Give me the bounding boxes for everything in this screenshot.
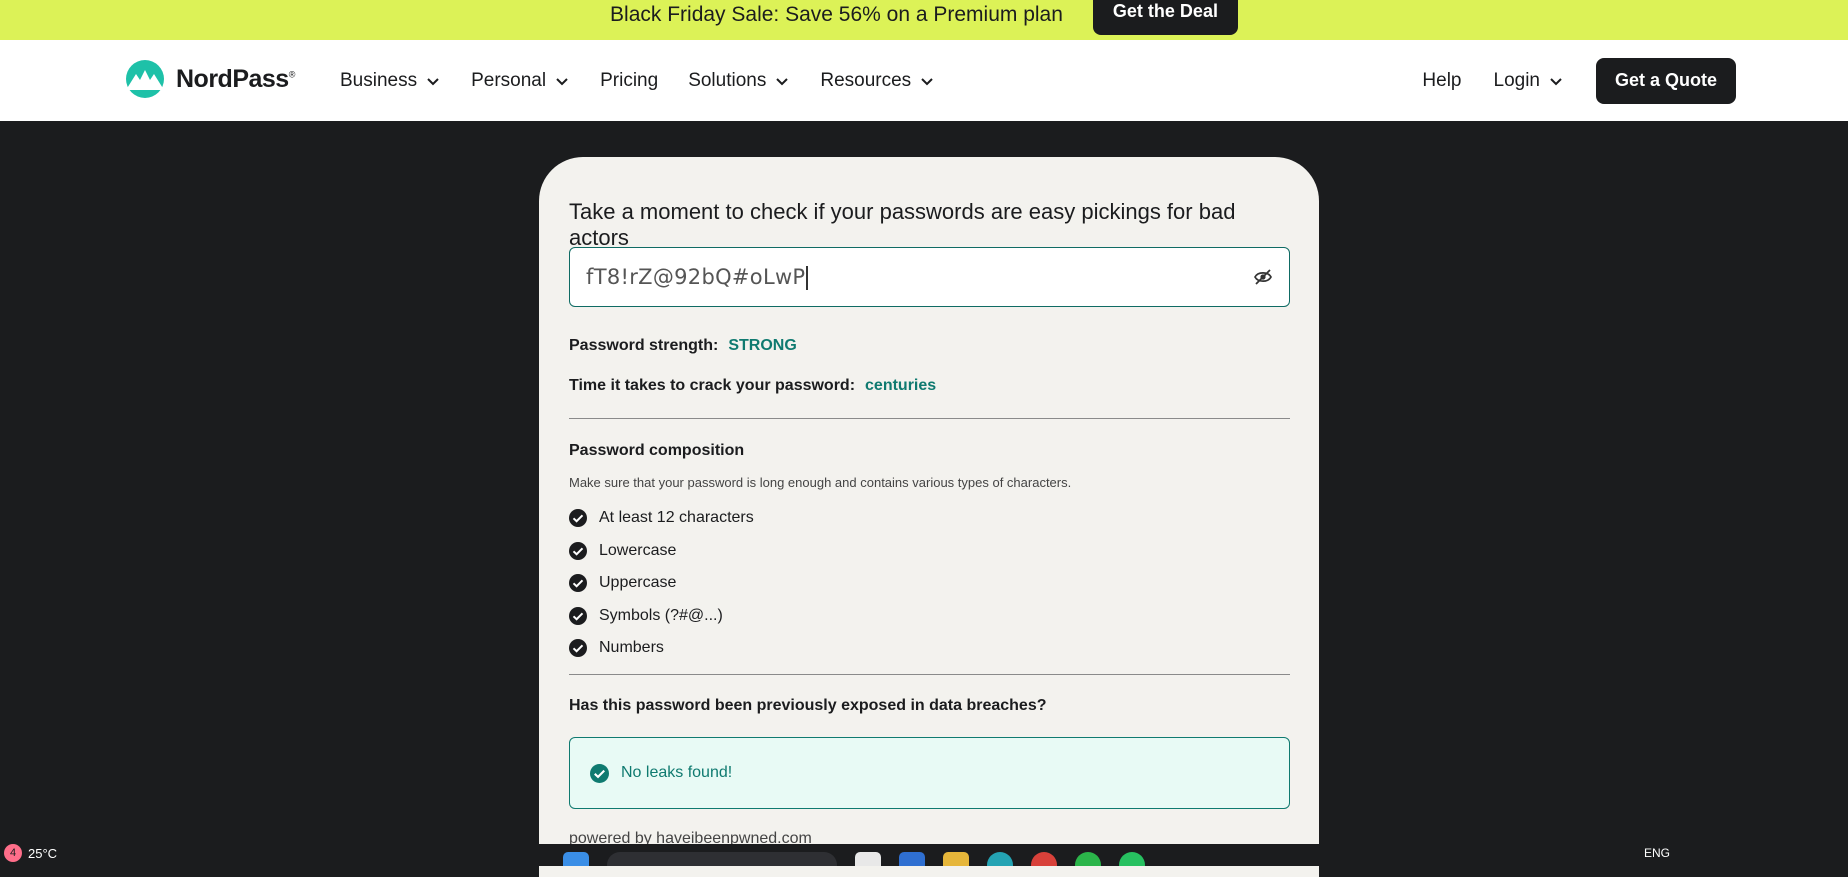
divider — [569, 674, 1290, 675]
nav-personal-label: Personal — [471, 69, 547, 91]
nav-pricing[interactable]: Pricing — [600, 70, 658, 92]
password-checker-card: Take a moment to check if your passwords… — [539, 157, 1319, 877]
taskbar-apps — [563, 844, 1145, 866]
notification-badge: 4 — [4, 844, 22, 862]
criterion-uppercase: Uppercase — [569, 567, 1290, 600]
edge-browser-icon[interactable] — [899, 852, 925, 866]
breach-question: Has this password been previously expose… — [569, 697, 1047, 714]
nordpass-logo-icon — [126, 60, 164, 98]
chevron-down-icon — [921, 77, 933, 85]
criterion-label: At least 12 characters — [599, 509, 754, 527]
nav-resources-label: Resources — [820, 69, 912, 91]
login-menu[interactable]: Login — [1494, 70, 1565, 92]
chevron-down-icon — [1550, 77, 1562, 85]
criterion-label: Numbers — [599, 639, 664, 657]
taskbar-search-box[interactable] — [607, 852, 837, 866]
password-value: fT8!rZ@92bQ#oLwP — [586, 265, 808, 290]
chevron-down-icon — [427, 77, 439, 85]
check-circle-icon — [569, 639, 587, 658]
criterion-symbols: Symbols (?#@...) — [569, 600, 1290, 633]
check-circle-icon — [569, 574, 587, 593]
criterion-lowercase: Lowercase — [569, 535, 1290, 568]
file-app-icon[interactable] — [855, 852, 881, 866]
criterion-label: Lowercase — [599, 541, 677, 559]
temperature: 25°C — [28, 845, 58, 861]
login-label: Login — [1493, 69, 1541, 91]
windows-start-icon[interactable] — [563, 852, 589, 866]
brand-registered-mark: ® — [288, 69, 296, 80]
top-navbar: NordPass® Business Personal Pricing Solu… — [0, 40, 1848, 121]
check-circle-icon — [569, 606, 587, 625]
nav-right-group: Help Login Get a Quote — [1422, 40, 1848, 121]
folder-icon[interactable] — [943, 852, 969, 866]
chrome-icon[interactable] — [1031, 852, 1057, 866]
strength-row: Password strength: STRONG — [569, 337, 1290, 355]
promo-banner: Black Friday Sale: Save 56% on a Premium… — [0, 0, 1848, 40]
os-taskbar: 4 25°C ENG — [0, 844, 1848, 866]
divider — [569, 418, 1290, 419]
eye-slash-icon[interactable] — [1253, 267, 1273, 287]
nav-pricing-label: Pricing — [600, 69, 659, 91]
nordpass-logo[interactable]: NordPass® — [122, 60, 295, 98]
brand-text: NordPass — [176, 64, 289, 93]
whatsapp-icon[interactable] — [1119, 852, 1145, 866]
nav-business-label: Business — [340, 69, 418, 91]
nav-business[interactable]: Business — [340, 70, 441, 92]
leak-result-text: No leaks found! — [621, 764, 733, 781]
promo-text: Black Friday Sale: Save 56% on a Premium… — [610, 3, 1063, 26]
spotify-icon[interactable] — [1075, 852, 1101, 866]
check-circle-icon — [590, 763, 609, 783]
crack-time-row: Time it takes to crack your password: cen… — [569, 377, 1290, 395]
language-indicator[interactable]: ENG — [1644, 846, 1670, 860]
password-input[interactable]: fT8!rZ@92bQ#oLwP — [569, 247, 1290, 307]
nav-solutions[interactable]: Solutions — [688, 70, 790, 92]
check-circle-icon — [569, 541, 587, 560]
leak-result-box: No leaks found! — [569, 737, 1290, 809]
crack-time-label: Time it takes to crack your password: — [569, 377, 856, 394]
composition-checklist: At least 12 characters Lowercase Upperca… — [569, 502, 1290, 665]
criterion-length: At least 12 characters — [569, 502, 1290, 535]
chevron-down-icon — [776, 77, 789, 85]
checker-headline: Take a moment to check if your passwords… — [569, 199, 1236, 250]
strength-value: STRONG — [728, 337, 797, 354]
help-link[interactable]: Help — [1422, 70, 1461, 92]
weather-widget[interactable]: 4 25°C — [4, 844, 57, 862]
composition-title: Password composition — [569, 442, 745, 459]
nav-resources[interactable]: Resources — [820, 70, 935, 92]
criterion-label: Uppercase — [599, 574, 677, 592]
crack-time-value: centuries — [865, 377, 937, 394]
strength-label: Password strength: — [569, 337, 719, 354]
nav-solutions-label: Solutions — [688, 69, 767, 91]
composition-description: Make sure that your password is long eno… — [569, 475, 1072, 490]
main-nav: Business Personal Pricing Solutions Reso… — [340, 40, 965, 121]
chevron-down-icon — [556, 77, 568, 85]
get-quote-button[interactable]: Get a Quote — [1596, 57, 1736, 104]
check-circle-icon — [569, 509, 587, 528]
get-deal-button[interactable]: Get the Deal — [1092, 0, 1238, 35]
brand-name: NordPass® — [176, 65, 295, 94]
criterion-numbers: Numbers — [569, 632, 1290, 665]
criterion-label: Symbols (?#@...) — [599, 606, 723, 624]
nav-personal[interactable]: Personal — [471, 70, 570, 92]
app-icon[interactable] — [987, 852, 1013, 866]
